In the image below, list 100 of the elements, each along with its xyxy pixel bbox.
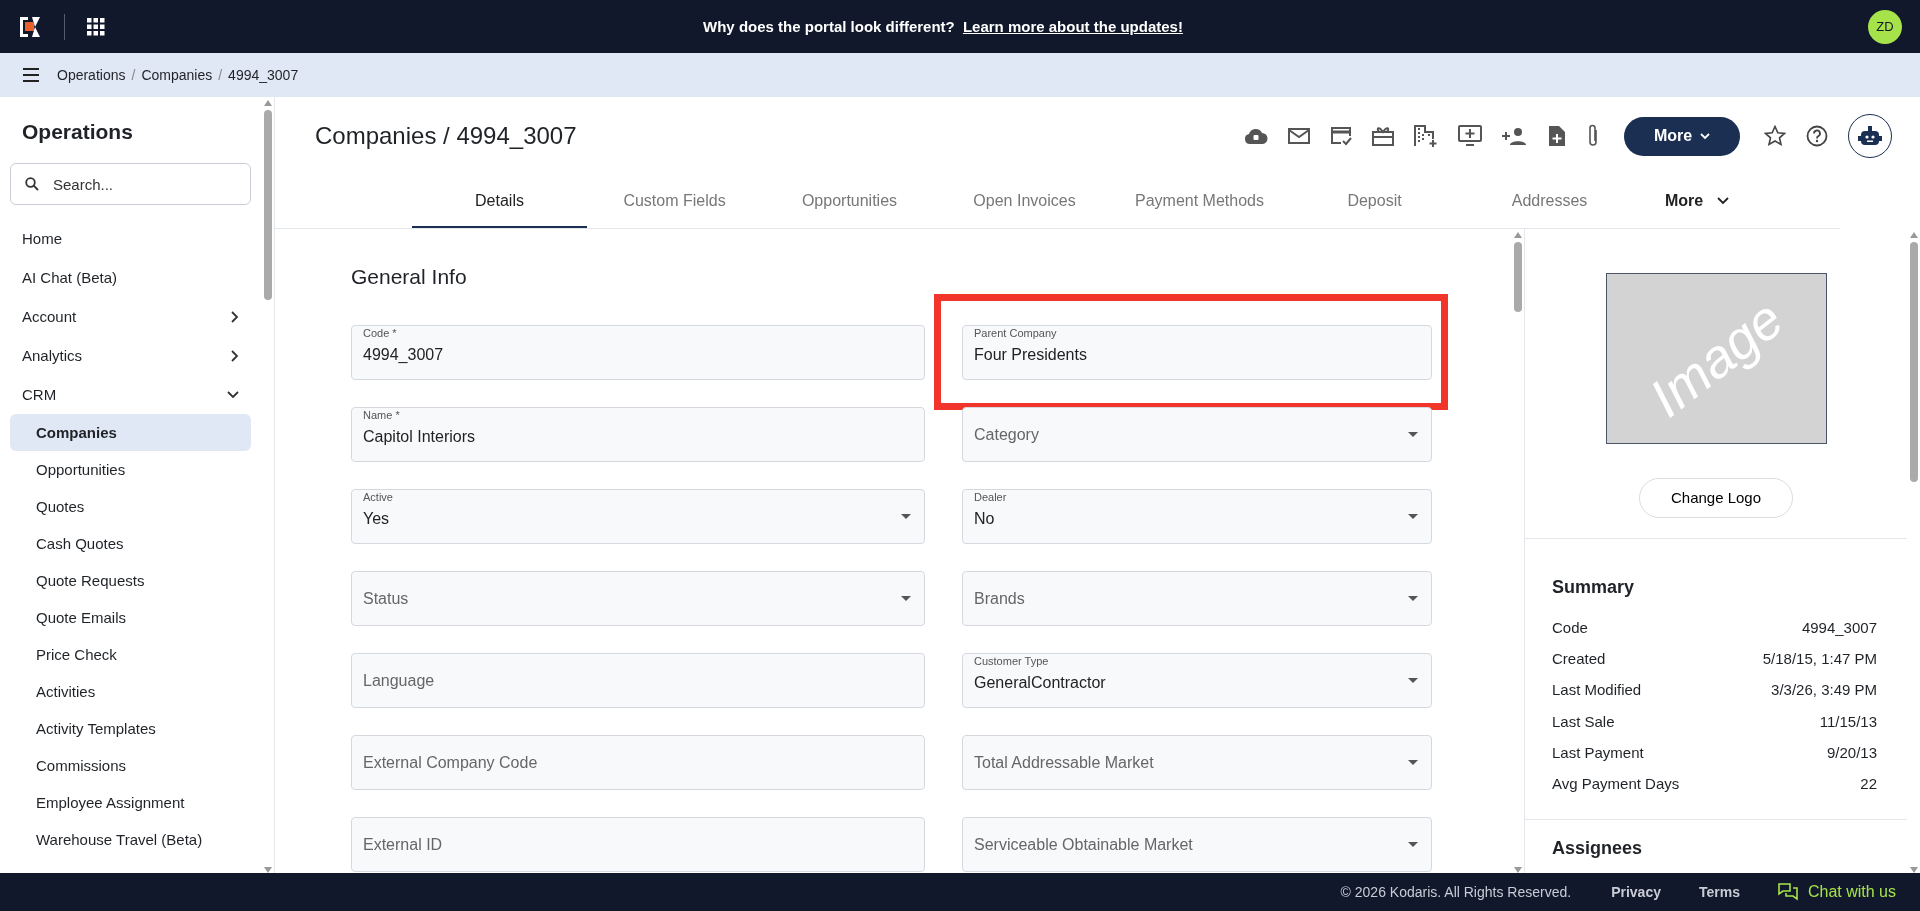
input-field[interactable]: External ID — [351, 817, 925, 872]
dropdown-caret-icon — [1408, 678, 1418, 683]
sidebar-item[interactable]: CRM — [10, 375, 251, 414]
tab[interactable]: Payment Methods — [1112, 175, 1287, 228]
tab[interactable]: Open Invoices — [937, 175, 1112, 228]
footer-link[interactable]: Terms — [1698, 884, 1740, 900]
sidebar-subitem[interactable]: Quote Emails — [10, 599, 251, 636]
field-label: Dealer — [974, 491, 1007, 503]
sidebar-subitem[interactable]: Activities — [10, 673, 251, 710]
search-field[interactable]: Search... — [10, 163, 251, 205]
breadcrumb-separator: / — [131, 67, 136, 83]
footer-link[interactable]: Privacy — [1611, 884, 1661, 900]
more-tabs-menu[interactable]: More — [1637, 175, 1757, 228]
dropdown-caret-icon — [1408, 842, 1418, 847]
chat-link[interactable]: Chat with us — [1777, 883, 1896, 901]
scroll-up-icon[interactable] — [1513, 232, 1522, 238]
summary-title: Summary — [1552, 577, 1636, 599]
summary-value: 11/15/13 — [1819, 712, 1877, 730]
field-label: Name * — [363, 409, 400, 421]
scrollbar-thumb[interactable] — [1513, 242, 1522, 312]
tab[interactable]: Addresses — [1462, 175, 1637, 228]
tab[interactable]: Opportunities — [762, 175, 937, 228]
dropdown-caret-icon — [1408, 760, 1418, 765]
user-avatar[interactable]: ZD — [1868, 9, 1902, 44]
sidebar-title: Operations — [21, 119, 134, 145]
scroll-up-icon[interactable] — [1909, 232, 1918, 238]
summary-label: Avg Payment Days — [1552, 774, 1680, 792]
sidebar-item[interactable]: Home — [10, 219, 251, 258]
summary-value: 22 — [1860, 774, 1877, 792]
section-title: General Info — [351, 265, 468, 289]
sidebar-subitem[interactable]: Cash Quotes — [10, 525, 251, 562]
field-label: Parent Company — [974, 327, 1057, 339]
scroll-up-icon[interactable] — [263, 100, 272, 106]
page-title: Companies / 4994_3007 — [315, 122, 578, 150]
sidebar-item[interactable]: Analytics — [10, 336, 251, 375]
summary-label: Last Payment — [1552, 743, 1644, 761]
sidebar-subitem[interactable]: Commissions — [10, 747, 251, 784]
tab[interactable]: Deposit — [1287, 175, 1462, 228]
breadcrumb-item: 4994_3007 — [228, 67, 299, 83]
cloud-icon[interactable] — [1244, 127, 1268, 145]
scrollbar-thumb[interactable] — [1909, 242, 1918, 482]
breadcrumb-item[interactable]: Companies — [141, 67, 213, 83]
chevron-down-icon — [1717, 196, 1730, 205]
tab[interactable]: Details — [412, 175, 587, 228]
dropdown-caret-icon — [1408, 432, 1418, 437]
credit-card-icon[interactable] — [1330, 126, 1352, 146]
chevron-right-icon — [231, 310, 239, 323]
assignees-title: Assignees — [1552, 838, 1644, 859]
file-add-icon[interactable] — [1548, 125, 1566, 147]
sidebar-subitem[interactable]: Opportunities — [10, 451, 251, 488]
summary-label: Last Sale — [1552, 712, 1615, 730]
input-field[interactable]: External Company Code — [351, 735, 925, 790]
paperclip-icon[interactable] — [1586, 124, 1600, 148]
breadcrumb-separator: / — [218, 67, 223, 83]
field-label: Active — [363, 491, 393, 503]
sidebar-subitem[interactable]: Quote Requests — [10, 562, 251, 599]
summary-label: Code — [1552, 619, 1588, 637]
sidebar-subitem[interactable]: Activity Templates — [10, 710, 251, 747]
sidebar-subitem[interactable]: Price Check — [10, 636, 251, 673]
dropdown-field[interactable]: Serviceable Obtainable Market — [962, 817, 1432, 872]
input-field[interactable]: Language — [351, 653, 925, 708]
field-label: Code * — [363, 327, 397, 339]
star-icon[interactable] — [1764, 125, 1786, 147]
more-button[interactable]: More — [1624, 116, 1740, 156]
sidebar-subitem[interactable]: Warehouse Travel (Beta) — [10, 821, 251, 858]
dropdown-caret-icon — [901, 514, 911, 519]
gift-card-icon[interactable] — [1372, 126, 1394, 146]
dropdown-caret-icon — [1408, 596, 1418, 601]
building-add-icon[interactable] — [1414, 125, 1438, 147]
menu-icon[interactable] — [23, 68, 39, 82]
change-logo-button[interactable]: Change Logo — [1639, 477, 1793, 519]
sidebar-subitem[interactable]: Quotes — [10, 488, 251, 525]
summary-value: 3/3/26, 3:49 PM — [1771, 681, 1877, 699]
robot-icon — [1858, 125, 1882, 147]
dropdown-caret-icon — [1408, 514, 1418, 519]
breadcrumb-item[interactable]: Operations — [57, 67, 126, 83]
announcement-link[interactable]: Learn more about the updates! — [962, 18, 1183, 35]
sidebar-subitem[interactable]: Companies — [10, 414, 251, 451]
monitor-add-icon[interactable] — [1458, 125, 1482, 147]
tab[interactable]: Custom Fields — [587, 175, 762, 228]
summary-label: Last Modified — [1552, 681, 1642, 699]
field-label: Customer Type — [974, 655, 1049, 667]
apps-grid-icon[interactable] — [87, 17, 105, 36]
scrollbar-thumb[interactable] — [263, 110, 272, 300]
chevron-right-icon — [231, 349, 239, 362]
help-icon[interactable] — [1806, 125, 1828, 147]
sidebar-item[interactable]: Account — [10, 297, 251, 336]
person-add-icon[interactable] — [1502, 127, 1528, 145]
dropdown-field[interactable]: Category — [962, 407, 1432, 462]
chat-icon — [1777, 883, 1798, 901]
copyright-text: © 2026 Kodaris. All Rights Reserved. — [1340, 884, 1572, 900]
dropdown-field[interactable]: Status — [351, 571, 925, 626]
sidebar-subitem[interactable]: Employee Assignment — [10, 784, 251, 821]
mail-icon[interactable] — [1288, 127, 1310, 145]
dropdown-field[interactable]: Brands — [962, 571, 1432, 626]
dropdown-field[interactable]: Total Addressable Market — [962, 735, 1432, 790]
logo-icon[interactable] — [18, 14, 42, 39]
sidebar-item[interactable]: AI Chat (Beta) — [10, 258, 251, 297]
summary-value: 4994_3007 — [1801, 619, 1877, 637]
caret-icon — [1700, 132, 1711, 140]
